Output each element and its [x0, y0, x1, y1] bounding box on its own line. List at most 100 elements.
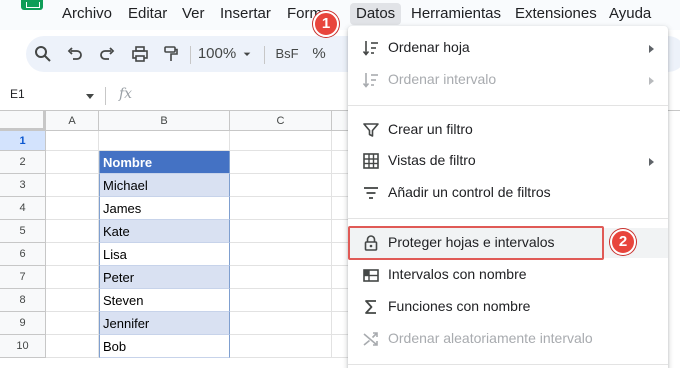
formula-divider — [105, 87, 106, 105]
callout-badge-2: 2 — [610, 229, 636, 255]
search-icon[interactable] — [32, 36, 54, 72]
cell-a4[interactable] — [46, 197, 99, 220]
submenu-arrow-icon — [649, 77, 654, 85]
menu-ver[interactable]: Ver — [182, 5, 205, 22]
table-row[interactable]: Jennifer — [99, 312, 230, 335]
toolbar-divider — [264, 46, 265, 64]
datos-menu: Ordenar hoja Ordenar intervalo Crear un … — [348, 26, 668, 368]
menu-divider — [348, 105, 668, 106]
submenu-arrow-icon — [649, 45, 654, 53]
cell-a7[interactable] — [46, 266, 99, 289]
row-header-1[interactable]: 1 — [0, 131, 46, 151]
menu-item-control-filtros[interactable]: Añadir un control de filtros — [348, 178, 668, 208]
cell-a5[interactable] — [46, 220, 99, 243]
column-header-c[interactable]: C — [230, 111, 332, 131]
menu-item-crear-filtro[interactable]: Crear un filtro — [348, 115, 668, 145]
paint-format-icon[interactable] — [160, 36, 182, 72]
cell-c9[interactable] — [230, 312, 332, 335]
row-header-8[interactable]: 8 — [0, 289, 46, 312]
table-row[interactable]: Peter — [99, 266, 230, 289]
menu-insertar[interactable]: Insertar — [220, 5, 271, 22]
name-box[interactable]: E1 — [10, 87, 25, 101]
row-header-10[interactable]: 10 — [0, 335, 46, 358]
currency-format-button[interactable]: BsF — [272, 36, 302, 72]
menu-item-funciones-nombre[interactable]: Funciones con nombre — [348, 292, 668, 322]
cell-a6[interactable] — [46, 243, 99, 266]
menu-item-label: Añadir un control de filtros — [388, 184, 551, 200]
sheets-logo-icon[interactable] — [21, 0, 43, 10]
percent-format-button[interactable]: % — [310, 36, 328, 72]
menu-item-label: Ordenar hoja — [388, 39, 470, 55]
table-header-cell[interactable]: Nombre — [99, 151, 230, 174]
menu-item-label: Intervalos con nombre — [388, 266, 527, 282]
cell-b1[interactable] — [99, 131, 230, 151]
table-row[interactable]: James — [99, 197, 230, 220]
table-row[interactable]: Lisa — [99, 243, 230, 266]
menu-item-label: Ordenar aleatoriamente intervalo — [388, 330, 593, 346]
menu-editar[interactable]: Editar — [128, 5, 167, 22]
submenu-arrow-icon — [649, 158, 654, 166]
menu-item-ordenar-intervalo[interactable]: Ordenar intervalo — [348, 65, 668, 95]
menu-extensiones[interactable]: Extensiones — [515, 5, 597, 22]
menu-item-label: Ordenar intervalo — [388, 71, 497, 87]
menu-item-ordenar-aleatoriamente[interactable]: Ordenar aleatoriamente intervalo — [348, 324, 668, 354]
cell-a9[interactable] — [46, 312, 99, 335]
menu-archivo[interactable]: Archivo — [62, 5, 112, 22]
undo-icon[interactable] — [64, 36, 86, 72]
menu-divider — [348, 218, 668, 219]
menu-ayuda[interactable]: Ayuda — [609, 5, 651, 22]
row-header-3[interactable]: 3 — [0, 174, 46, 197]
column-header-a[interactable]: A — [46, 111, 99, 131]
cell-c5[interactable] — [230, 220, 332, 243]
menu-item-label: Vistas de filtro — [388, 152, 476, 168]
menu-herramientas[interactable]: Herramientas — [411, 5, 501, 22]
row-header-6[interactable]: 6 — [0, 243, 46, 266]
menu-datos[interactable]: Datos — [350, 3, 402, 25]
filter-icon — [362, 121, 380, 139]
row-header-2[interactable]: 2 — [0, 151, 46, 174]
chevron-down-icon[interactable] — [86, 94, 94, 99]
slicer-icon — [362, 184, 380, 202]
cell-c4[interactable] — [230, 197, 332, 220]
menu-item-label: Crear un filtro — [388, 121, 473, 137]
shuffle-icon — [362, 330, 380, 348]
menu-divider — [348, 364, 668, 365]
menu-item-intervalos-nombre[interactable]: Intervalos con nombre — [348, 260, 668, 290]
table-row[interactable]: Steven — [99, 289, 230, 312]
fx-icon: fx — [119, 86, 133, 102]
menu-item-ordenar-hoja[interactable]: Ordenar hoja — [348, 33, 668, 63]
cell-c1[interactable] — [230, 131, 332, 151]
row-header-4[interactable]: 4 — [0, 197, 46, 220]
cell-a8[interactable] — [46, 289, 99, 312]
menu-item-vistas-filtro[interactable]: Vistas de filtro — [348, 146, 668, 176]
sigma-icon — [362, 298, 380, 316]
column-header-b[interactable]: B — [99, 111, 230, 131]
cell-a3[interactable] — [46, 174, 99, 197]
cell-a10[interactable] — [46, 335, 99, 358]
cell-c2[interactable] — [230, 151, 332, 174]
table-row[interactable]: Michael — [99, 174, 230, 197]
cell-c6[interactable] — [230, 243, 332, 266]
sort-icon — [362, 39, 380, 57]
row-header-7[interactable]: 7 — [0, 266, 46, 289]
cell-c8[interactable] — [230, 289, 332, 312]
zoom-select[interactable]: 100% — [196, 36, 238, 72]
filter-views-icon — [362, 152, 380, 170]
cell-a2[interactable] — [46, 151, 99, 174]
toolbar-divider — [190, 46, 191, 64]
cell-c10[interactable] — [230, 335, 332, 358]
table-row[interactable]: Kate — [99, 220, 230, 243]
sort-range-icon — [362, 71, 380, 89]
row-header-9[interactable]: 9 — [0, 312, 46, 335]
chevron-down-icon[interactable] — [240, 36, 254, 72]
cell-c7[interactable] — [230, 266, 332, 289]
highlight-box — [348, 226, 604, 260]
select-all-corner[interactable] — [0, 111, 46, 131]
cell-a1[interactable] — [46, 131, 99, 151]
named-ranges-icon — [362, 266, 380, 284]
print-icon[interactable] — [129, 36, 151, 72]
table-row[interactable]: Bob — [99, 335, 230, 358]
cell-c3[interactable] — [230, 174, 332, 197]
row-header-5[interactable]: 5 — [0, 220, 46, 243]
redo-icon[interactable] — [96, 36, 118, 72]
